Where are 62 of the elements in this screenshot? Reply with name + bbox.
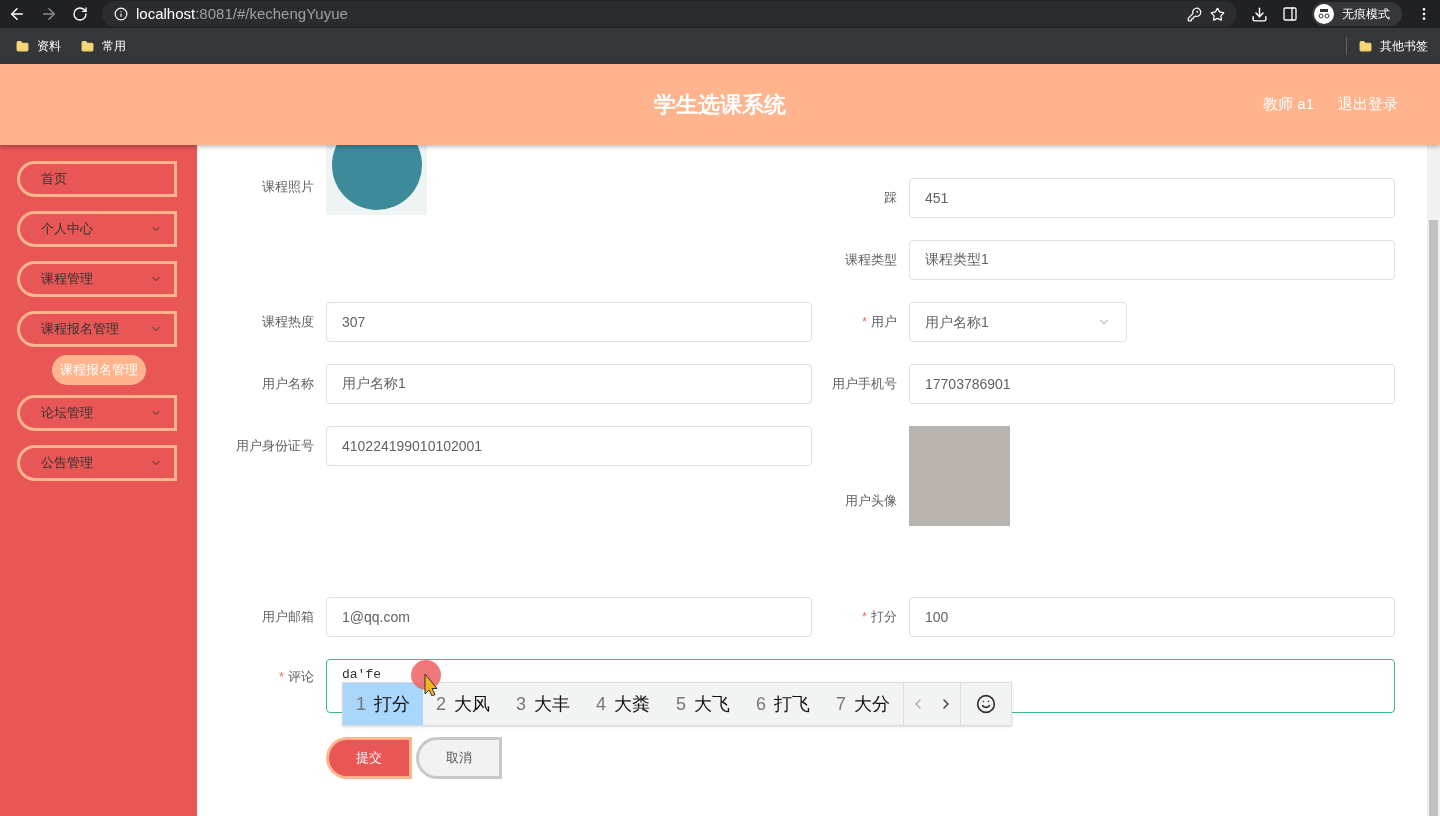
text-field[interactable]: 451 [909, 178, 1395, 218]
required-mark: * [278, 668, 284, 686]
menu-item[interactable]: 课程管理 [17, 261, 177, 297]
field-label: 用户头像 [845, 491, 897, 510]
ime-candidate[interactable]: 7 大分 [823, 683, 904, 725]
cursor-highlight-icon [411, 660, 441, 696]
bookmark-item[interactable]: 常用 [77, 37, 130, 55]
ime-candidate[interactable]: 6 打飞 [743, 683, 824, 725]
text-field[interactable]: 307 [326, 302, 812, 342]
menu-item[interactable]: 首页 [17, 161, 177, 197]
field-label: 课程类型 [845, 251, 897, 270]
menu-item[interactable]: 课程报名管理 [17, 311, 177, 347]
field-label: 用户身份证号 [236, 437, 314, 456]
text-field[interactable]: 课程类型1 [909, 240, 1395, 280]
bookmark-item[interactable]: 其他书签 [1346, 37, 1428, 55]
field-label: 踩 [884, 189, 897, 208]
ime-candidate[interactable]: 5 大飞 [663, 683, 744, 725]
field-label: 评论 [288, 668, 314, 686]
bookmark-item[interactable]: 资料 [12, 37, 65, 55]
incognito-icon [1314, 4, 1334, 24]
field-label: 用户名称 [262, 375, 314, 394]
ime-candidate[interactable]: 4 大粪 [583, 683, 664, 725]
app-title: 学生选课系统 [654, 91, 786, 119]
url-text: localhost:8081/#/kechengYuyue [136, 3, 348, 24]
text-field[interactable]: 17703786901 [909, 364, 1395, 404]
scrollbar-thumb[interactable] [1429, 220, 1438, 816]
cancel-button[interactable]: 取消 [416, 737, 502, 779]
field-label: 用户邮箱 [262, 608, 314, 627]
profile-chip[interactable]: 无痕模式 [1312, 2, 1402, 26]
reload-icon[interactable] [72, 6, 88, 22]
field-label: 用户 [871, 313, 897, 332]
ime-candidate[interactable]: 3 大丰 [503, 683, 584, 725]
key-icon[interactable] [1187, 6, 1202, 22]
menu-item[interactable]: 公告管理 [17, 445, 177, 481]
download-icon[interactable] [1251, 5, 1268, 23]
info-icon [114, 7, 128, 21]
user-label: 教师 a1 [1263, 94, 1314, 115]
back-icon[interactable] [8, 5, 26, 23]
text-field[interactable]: 410224199010102001 [326, 426, 812, 466]
address-bar[interactable]: localhost:8081/#/kechengYuyue [102, 1, 1237, 27]
text-field[interactable]: 用户名称1 [326, 364, 812, 404]
field-label: 打分 [871, 608, 897, 627]
field-label: 用户手机号 [832, 375, 897, 394]
required-mark: * [861, 313, 867, 332]
text-field[interactable]: 100 [909, 597, 1395, 637]
ime-candidate[interactable]: 2 大风 [423, 683, 504, 725]
folder-icon [81, 39, 94, 53]
ime-candidate[interactable]: 1 打分 [343, 683, 423, 725]
menu-item[interactable]: 论坛管理 [17, 395, 177, 431]
field-label: 课程照片 [262, 178, 314, 196]
side-panel-icon[interactable] [1282, 6, 1298, 22]
menu-item[interactable]: 个人中心 [17, 211, 177, 247]
star-icon[interactable] [1210, 6, 1225, 22]
select-field[interactable]: 用户名称1 [909, 302, 1127, 342]
text-field[interactable]: 1@qq.com [326, 597, 812, 637]
folder-icon [16, 39, 29, 53]
folder-icon [1359, 39, 1372, 53]
field-label: 课程热度 [262, 313, 314, 332]
required-mark: * [861, 608, 867, 627]
submit-button[interactable]: 提交 [326, 737, 412, 779]
emoji-icon[interactable] [976, 694, 997, 714]
forward-icon[interactable] [40, 5, 58, 23]
